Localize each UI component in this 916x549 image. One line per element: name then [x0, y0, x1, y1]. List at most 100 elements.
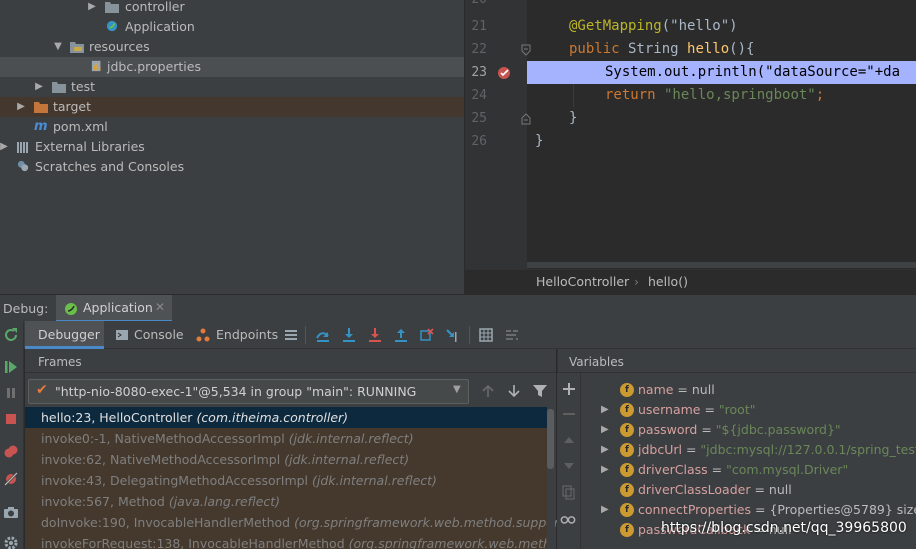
- variable-eq: =: [681, 442, 701, 457]
- move-down-icon[interactable]: [561, 458, 577, 474]
- tab-endpoints[interactable]: Endpoints: [195, 321, 278, 349]
- tree-item-controller[interactable]: ▶ controller: [0, 0, 464, 17]
- stack-frame[interactable]: invoke:43, DelegatingMethodAccessorImpl …: [25, 470, 547, 491]
- annotation: @GetMapping: [569, 18, 662, 34]
- tree-item-scratches[interactable]: Scratches and Consoles: [0, 157, 464, 177]
- fold-icon[interactable]: [521, 113, 531, 125]
- frame-method: invoke:62, NativeMethodAccessorImpl: [41, 452, 281, 467]
- breadcrumb-item[interactable]: HelloController: [536, 274, 629, 289]
- mute-breakpoints-icon[interactable]: [3, 471, 19, 487]
- expand-arrow-icon[interactable]: ▶: [15, 97, 27, 117]
- divider: [305, 326, 306, 344]
- frames-scrollbar-thumb[interactable]: [547, 409, 554, 469]
- frame-package: (jdk.internal.reflect): [312, 473, 437, 488]
- tree-item-jdbc-properties[interactable]: jdbc.properties: [0, 57, 464, 77]
- expand-arrow-icon[interactable]: ▶: [86, 0, 98, 17]
- show-execution-point-icon[interactable]: [315, 327, 331, 343]
- stack-frame[interactable]: invokeForRequest:138, InvocableHandlerMe…: [25, 533, 547, 549]
- frame-method: invokeForRequest:138, InvocableHandlerMe…: [41, 536, 345, 549]
- stack-frame[interactable]: invoke:62, NativeMethodAccessorImpl (jdk…: [25, 449, 547, 470]
- horizontal-scrollbar[interactable]: [527, 262, 916, 268]
- expand-arrow-icon[interactable]: ▶: [601, 420, 609, 440]
- variable-name: username: [638, 402, 701, 417]
- variable-name: driverClassLoader: [638, 482, 751, 497]
- variable-value: "root": [718, 402, 756, 417]
- tree-item-test[interactable]: ▶ test: [0, 77, 464, 97]
- breadcrumb-item[interactable]: hello(): [648, 274, 688, 289]
- evaluate-expression-icon[interactable]: [478, 327, 494, 343]
- console-icon: [116, 330, 128, 340]
- camera-icon[interactable]: [3, 504, 19, 520]
- collapse-arrow-icon[interactable]: ▼: [52, 37, 64, 57]
- line-number: 26: [471, 134, 487, 149]
- tree-item-label: target: [53, 99, 92, 114]
- add-watch-icon[interactable]: [561, 381, 577, 397]
- expand-arrow-icon[interactable]: ▶: [0, 137, 10, 157]
- breakpoint-icon[interactable]: [497, 65, 513, 81]
- variable-eq: =: [700, 402, 719, 417]
- variable-value: "jdbc:mysql://127.0.0.1/spring_test": [700, 442, 916, 457]
- stack-frame[interactable]: invoke0:-1, NativeMethodAccessorImpl (jd…: [25, 428, 547, 449]
- stack-frame[interactable]: hello:23, HelloController (com.itheima.c…: [25, 407, 547, 428]
- step-out-icon[interactable]: [393, 327, 409, 343]
- tree-item-label: test: [71, 79, 96, 94]
- tab-debugger[interactable]: Debugger: [25, 321, 104, 349]
- trace-stream-icon[interactable]: [504, 327, 520, 343]
- line-number: 20: [465, 0, 487, 7]
- arrow-down-icon[interactable]: [506, 383, 522, 399]
- debug-title-bar: Debug: Application ✕: [0, 294, 916, 322]
- tab-console[interactable]: Console: [114, 321, 190, 349]
- keyword: public: [569, 41, 620, 57]
- folder-icon: [105, 2, 119, 13]
- close-icon[interactable]: ✕: [155, 300, 165, 314]
- thread-selector[interactable]: ✔ "http-nio-8080-exec-1"@5,534 in group …: [28, 379, 469, 404]
- settings-icon[interactable]: [3, 535, 19, 549]
- expand-arrow-icon[interactable]: ▶: [601, 440, 609, 460]
- frame-method: hello:23, HelloController: [41, 410, 193, 425]
- menu-icon[interactable]: [283, 327, 299, 343]
- stack-frame[interactable]: doInvoke:190, InvocableHandlerMethod (or…: [25, 512, 569, 533]
- expand-arrow-icon[interactable]: ▶: [601, 500, 609, 520]
- tree-item-external-libraries[interactable]: ▶ External Libraries: [0, 137, 464, 157]
- pause-icon[interactable]: [3, 385, 19, 401]
- step-into-icon[interactable]: [341, 327, 357, 343]
- tree-item-resources[interactable]: ▼ resources: [0, 37, 464, 57]
- force-step-into-icon[interactable]: [367, 327, 383, 343]
- thread-selector-value: "http-nio-8080-exec-1"@5,534 in group "m…: [55, 384, 417, 399]
- variable-value: {Properties@5789} size = 0: [769, 502, 916, 517]
- stop-icon[interactable]: [3, 411, 19, 427]
- fold-icon[interactable]: [521, 44, 531, 56]
- view-breakpoints-icon[interactable]: [3, 444, 19, 460]
- code-text: ;: [815, 87, 825, 103]
- rerun-icon[interactable]: [3, 327, 19, 343]
- field-icon: f: [620, 383, 634, 397]
- expand-arrow-icon[interactable]: ▶: [33, 77, 45, 97]
- move-up-icon[interactable]: [561, 432, 577, 448]
- expand-arrow-icon[interactable]: ▶: [601, 400, 609, 420]
- field-icon: f: [620, 503, 634, 517]
- run-to-cursor-icon[interactable]: [445, 327, 461, 343]
- copy-icon[interactable]: [561, 484, 577, 500]
- resume-icon[interactable]: [3, 359, 19, 375]
- line-number: 23: [471, 65, 487, 80]
- string-literal: "hello,springboot": [655, 87, 816, 103]
- session-tab-label: Application: [83, 300, 153, 315]
- glasses-icon[interactable]: [560, 511, 576, 527]
- remove-watch-icon[interactable]: [561, 406, 577, 422]
- filter-icon[interactable]: [532, 383, 548, 399]
- tree-item-application[interactable]: Application: [0, 17, 464, 37]
- stack-frame[interactable]: invoke:567, Method (java.lang.reflect): [25, 491, 547, 512]
- variable-eq: =: [750, 482, 769, 497]
- tree-item-target[interactable]: ▶ target: [0, 97, 464, 117]
- tree-item-label: Application: [125, 19, 195, 34]
- breadcrumb-separator: ›: [634, 274, 639, 289]
- line-number: 22: [471, 42, 487, 57]
- session-tab[interactable]: Application ✕: [56, 295, 172, 322]
- tree-item-pom-xml[interactable]: m pom.xml: [0, 117, 464, 137]
- arrow-up-icon[interactable]: [480, 383, 496, 399]
- indent-guide: [573, 84, 574, 107]
- expand-arrow-icon[interactable]: ▶: [601, 460, 609, 480]
- frame-package: (org.springframework.web.method.support): [294, 515, 569, 530]
- folder-icon: [52, 82, 66, 93]
- drop-frame-icon[interactable]: [419, 327, 435, 343]
